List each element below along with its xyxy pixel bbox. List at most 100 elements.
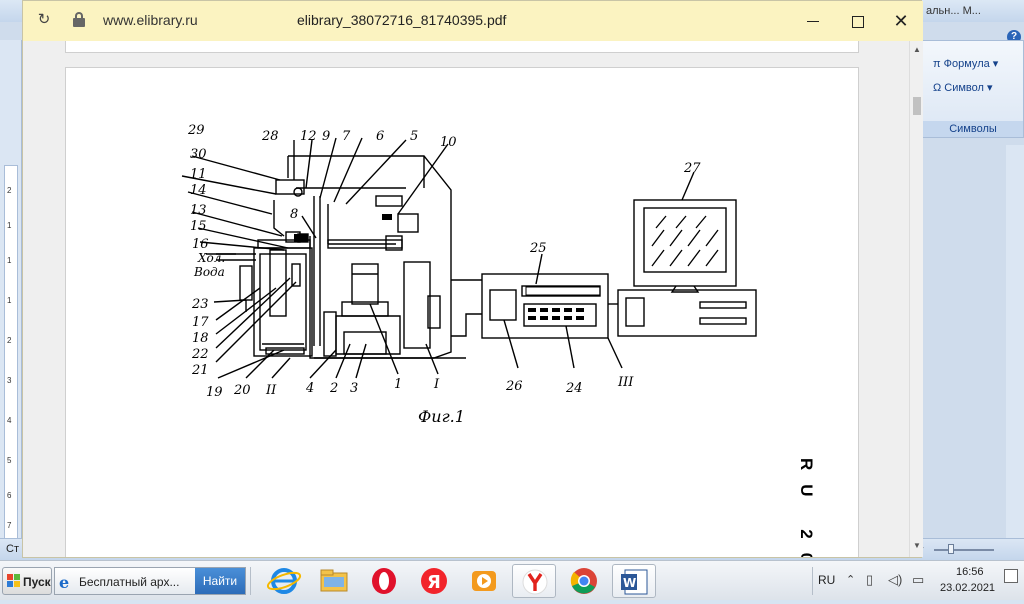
windows-flag-icon [7,574,21,588]
taskbar: Пуск e Бесплатный арх... Найти Я W RU ⌃ … [0,560,1024,600]
label-1: 1 [394,377,402,392]
label-19: 19 [206,385,223,400]
close-button[interactable]: ✕ [889,9,913,33]
network-icon[interactable]: ▭ [912,572,924,588]
label-6: 6 [376,129,384,144]
zoom-slider-track[interactable] [934,549,994,551]
label-30: 30 [190,147,207,162]
file-explorer-icon[interactable] [312,564,356,598]
ruler-mark: 1 [7,296,12,305]
symbol-button[interactable]: Ω Символ ▾ [933,81,993,94]
ruler-mark: 3 [7,376,12,385]
label-water-1: Хол. [197,251,225,265]
label-III: III [617,375,634,390]
label-15: 15 [190,219,207,234]
label-8: 8 [290,207,298,222]
label-28: 28 [261,129,279,144]
clock-date[interactable]: 23.02.2021 [940,582,995,594]
vertical-ruler: 2 1 1 1 2 3 4 5 6 7 [4,165,18,540]
label-21: 21 [191,363,209,378]
pdf-viewer[interactable]: 29 28 12 9 7 6 5 10 30 11 14 8 13 15 16 … [23,41,909,557]
label-23: 23 [191,297,209,312]
opera-icon[interactable] [362,564,406,598]
label-16: 16 [192,237,209,252]
ruler-mark: 4 [7,416,12,425]
taskbar-ie-label: Бесплатный арх... [79,575,180,589]
label-22: 22 [191,347,209,362]
taskbar-separator [250,567,251,595]
pdf-scrollbar[interactable]: ▲ ▼ [909,41,923,557]
svg-text:Я: Я [427,572,441,593]
scroll-thumb[interactable] [913,97,921,115]
language-indicator[interactable]: RU [818,573,835,587]
lock-icon[interactable] [73,12,85,28]
tray-expand-icon[interactable]: ⌃ [846,573,855,586]
word-right-scrollbar[interactable] [1006,145,1024,545]
label-7: 7 [342,129,351,144]
media-player-icon[interactable] [462,564,506,598]
ribbon-group-label: Символы [923,121,1023,137]
ruler-mark: 5 [7,456,12,465]
status-text: Ст [6,543,19,555]
ruler-mark: 6 [7,491,12,500]
ruler-mark: 1 [7,221,12,230]
tray-separator [812,567,813,595]
label-27: 27 [683,161,701,176]
svg-text:W: W [623,576,636,590]
word-title-text: альн... М... [926,5,981,17]
chrome-icon[interactable] [562,564,606,598]
volume-icon[interactable]: ◁) [888,572,902,588]
scroll-down-icon[interactable]: ▼ [913,541,921,550]
figure-caption: Фиг.1 [418,407,465,426]
show-desktop-button[interactable] [1004,569,1018,583]
label-11: 11 [190,167,207,182]
formula-button[interactable]: π Формула ▾ [933,57,998,70]
label-25: 25 [529,241,547,256]
document-title: elibrary_38072716_81740395.pdf [297,12,507,28]
zoom-slider-knob[interactable] [948,544,954,554]
label-I: I [433,377,440,392]
minimize-button[interactable] [801,9,825,33]
label-4: 4 [305,381,314,396]
ruler-mark: 2 [7,186,12,195]
label-5: 5 [410,129,418,144]
yandex-icon[interactable]: Я [412,564,456,598]
label-10: 10 [440,135,457,150]
start-button[interactable]: Пуск [2,567,52,595]
device-icon[interactable]: ▯ [866,572,873,588]
word-ribbon-symbols-group: π Формула ▾ Ω Символ ▾ Символы [922,40,1024,138]
taskbar-ie-item[interactable]: e Бесплатный арх... Найти [54,567,246,595]
label-13: 13 [190,203,207,218]
pdf-page: 29 28 12 9 7 6 5 10 30 11 14 8 13 15 16 … [65,67,859,557]
scroll-up-icon[interactable]: ▲ [913,45,921,54]
yandex-browser-icon[interactable] [512,564,556,598]
label-18: 18 [192,331,209,346]
label-9: 9 [322,129,330,144]
patent-figure: 29 28 12 9 7 6 5 10 30 11 14 8 13 15 16 … [181,123,757,426]
label-2: 2 [329,381,338,396]
ruler-mark: 1 [7,256,12,265]
browser-title-bar: ↻ www.elibrary.ru elibrary_38072716_8174… [23,1,923,41]
side-text-value: RU 20 [797,458,816,557]
address-bar[interactable]: www.elibrary.ru [103,12,198,28]
label-24: 24 [565,381,583,396]
label-20: 20 [233,383,251,398]
previous-page-edge [65,41,859,53]
label-II: II [265,383,277,398]
internet-explorer-icon[interactable] [262,564,306,598]
clock-time[interactable]: 16:56 [956,566,984,578]
label-water-2: Вода [193,265,225,279]
label-29: 29 [187,123,205,138]
search-go-button[interactable]: Найти [195,568,245,594]
label-17: 17 [192,315,209,330]
internet-explorer-icon: e [59,573,70,592]
ruler-mark: 2 [7,336,12,345]
word-icon[interactable]: W [612,564,656,598]
label-14: 14 [190,183,207,198]
maximize-button[interactable] [845,9,869,33]
ruler-mark: 7 [7,521,12,530]
start-label: Пуск [23,575,51,589]
label-26: 26 [505,379,523,394]
reload-icon[interactable]: ↻ [35,11,53,29]
browser-window: ↻ www.elibrary.ru elibrary_38072716_8174… [22,0,923,558]
